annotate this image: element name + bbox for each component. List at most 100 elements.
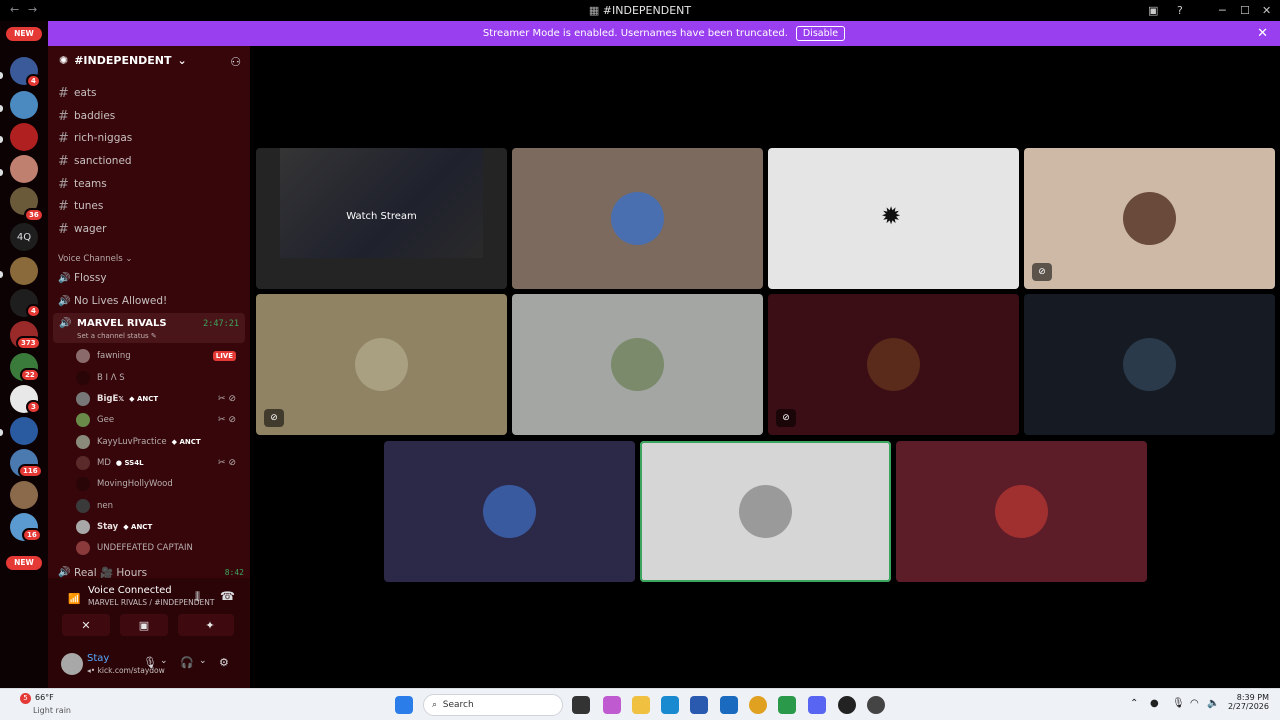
outlook-icon[interactable] <box>720 696 738 714</box>
add-member-icon[interactable]: ⚇ <box>230 55 241 69</box>
voice-channel-real-hours[interactable]: 🔊 Real 🎥 Hours 8:42 <box>58 566 244 579</box>
inbox-icon[interactable]: ▣ <box>1148 4 1158 17</box>
server-header[interactable]: ✺ #INDEPENDENT ⌄ <box>59 54 187 67</box>
voice-member[interactable]: UNDEFEATED CAPTAIN <box>76 539 244 557</box>
tray-app-icon[interactable]: ● <box>1150 698 1159 709</box>
app-icon[interactable] <box>603 696 621 714</box>
avatar <box>867 338 920 391</box>
channel-sanctioned[interactable]: # sanctioned <box>58 151 244 171</box>
clock[interactable]: 8:39 PM 2/27/2026 <box>1225 693 1269 711</box>
mention-badge: 4 <box>26 304 41 318</box>
windows-taskbar: 5 66°F Light rain ⌕ Search ⌃ ● 🎙 ◠ 🔈 8:3… <box>0 688 1280 720</box>
edge-icon[interactable] <box>661 696 679 714</box>
wifi-icon[interactable]: ◠ <box>1190 698 1199 709</box>
participant-tile[interactable]: ✹ <box>768 148 1019 289</box>
participant-tile-speaking[interactable] <box>640 441 891 582</box>
voice-member[interactable]: fawning LIVE <box>76 347 244 365</box>
maximize-icon[interactable]: ☐ <box>1240 4 1250 17</box>
camera-off-button[interactable]: ✕ <box>62 614 110 636</box>
volume-icon[interactable]: 🔈 <box>1207 698 1219 709</box>
tray-overflow-icon[interactable]: ⌃ <box>1130 698 1138 709</box>
noise-suppression-icon[interactable]: ⫼ <box>195 590 200 604</box>
app-icon[interactable] <box>778 696 796 714</box>
server-icon[interactable] <box>10 123 38 151</box>
disable-streamer-button[interactable]: Disable <box>795 26 846 41</box>
signal-icon[interactable]: 📶 <box>68 594 80 605</box>
participant-tile[interactable] <box>1024 294 1275 435</box>
voice-channel-flossy[interactable]: 🔊 Flossy <box>58 268 244 288</box>
channel-rich-niggas[interactable]: # rich-niggas <box>58 128 244 148</box>
voice-member[interactable]: B I Λ S <box>76 369 244 387</box>
voice-member[interactable]: MD ● SS4L ✂ ⊘ <box>76 454 244 472</box>
participant-tile[interactable]: ⊘ <box>1024 148 1275 289</box>
discord-icon[interactable] <box>808 696 826 714</box>
help-icon[interactable]: ? <box>1177 4 1183 17</box>
microphone-icon[interactable]: 🎙 <box>143 656 157 669</box>
notification-badge: 5 <box>20 693 31 704</box>
unread-pip <box>0 169 3 176</box>
speaker-icon: 🔊 <box>58 295 71 307</box>
windows-start-icon[interactable] <box>395 696 413 714</box>
voice-member[interactable]: Stay ◆ ANCT <box>76 518 244 536</box>
voice-member[interactable]: KayyLuvPractice ◆ ANCT <box>76 433 244 451</box>
channel-tunes[interactable]: # tunes <box>58 196 244 216</box>
server-gear-icon: ✺ <box>59 54 69 67</box>
close-banner-icon[interactable]: ✕ <box>1257 26 1268 41</box>
headphones-icon[interactable]: 🎧 <box>180 656 194 669</box>
taskbar-search[interactable]: ⌕ Search <box>423 694 563 716</box>
channel-baddies[interactable]: # baddies <box>58 106 244 126</box>
voice-category[interactable]: Voice Channels ⌄ <box>58 254 132 264</box>
file-explorer-icon[interactable] <box>632 696 650 714</box>
new-pill[interactable]: NEW <box>6 556 42 570</box>
channel-eats[interactable]: # eats <box>58 83 244 103</box>
share-screen-button[interactable]: ▣ <box>120 614 168 636</box>
hash-icon: # <box>58 198 69 214</box>
avatar <box>76 456 90 470</box>
server-icon[interactable] <box>10 481 38 509</box>
voice-member[interactable]: nen <box>76 497 244 515</box>
settings-gear-icon[interactable]: ⚙ <box>219 656 229 669</box>
participant-tile[interactable] <box>512 294 763 435</box>
deafened-icon: ⊘ <box>264 409 284 427</box>
channel-teams[interactable]: # teams <box>58 174 244 194</box>
close-window-icon[interactable]: ✕ <box>1262 4 1271 17</box>
server-icon[interactable] <box>10 417 38 445</box>
voice-member[interactable]: MovingHollyWood <box>76 475 244 493</box>
channel-status[interactable]: Set a channel status ✎ <box>77 332 157 340</box>
guild-tag: ◆ ANCT <box>123 523 153 531</box>
chrome-icon[interactable] <box>749 696 767 714</box>
chevron-down-icon[interactable]: ⌄ <box>199 656 207 666</box>
active-voice-channel[interactable]: 🔊 MARVEL RIVALS 2:47:21 Set a channel st… <box>53 313 245 343</box>
voice-member[interactable]: BigE𝕩 ◆ ANCT ✂ ⊘ <box>76 390 244 408</box>
participant-tile[interactable]: ⊘ <box>256 294 507 435</box>
server-icon-4q[interactable]: 4Q <box>10 223 38 251</box>
new-pill[interactable]: NEW <box>6 27 42 41</box>
store-icon[interactable] <box>690 696 708 714</box>
server-icon[interactable] <box>10 91 38 119</box>
task-view-icon[interactable] <box>572 696 590 714</box>
avatar <box>1123 338 1176 391</box>
participant-tile[interactable]: ⊘ <box>768 294 1019 435</box>
voice-member[interactable]: Gee ✂ ⊘ <box>76 411 244 429</box>
participant-tile[interactable] <box>512 148 763 289</box>
stream-tile[interactable]: Watch Stream <box>256 148 507 289</box>
watch-stream-label[interactable]: Watch Stream <box>256 211 507 222</box>
avatar <box>355 338 408 391</box>
minimize-icon[interactable]: ─ <box>1219 4 1226 17</box>
disconnect-icon[interactable]: ☎ <box>220 589 235 603</box>
mention-badge: 373 <box>16 336 41 350</box>
channel-wager[interactable]: # wager <box>58 219 244 239</box>
voice-channel-no-lives[interactable]: 🔊 No Lives Allowed! <box>58 291 244 311</box>
microphone-tray-icon[interactable]: 🎙 <box>1172 698 1185 709</box>
server-icon[interactable] <box>10 155 38 183</box>
soundboard-button[interactable]: ✦ <box>186 614 234 636</box>
hash-icon: # <box>58 176 69 192</box>
chevron-down-icon[interactable]: ⌄ <box>160 656 168 666</box>
app-icon[interactable] <box>838 696 856 714</box>
username[interactable]: Stay <box>87 653 109 664</box>
participant-tile[interactable] <box>896 441 1147 582</box>
avatar[interactable] <box>61 653 83 675</box>
participant-tile[interactable] <box>384 441 635 582</box>
app-icon[interactable] <box>867 696 885 714</box>
server-icon[interactable] <box>10 257 38 285</box>
